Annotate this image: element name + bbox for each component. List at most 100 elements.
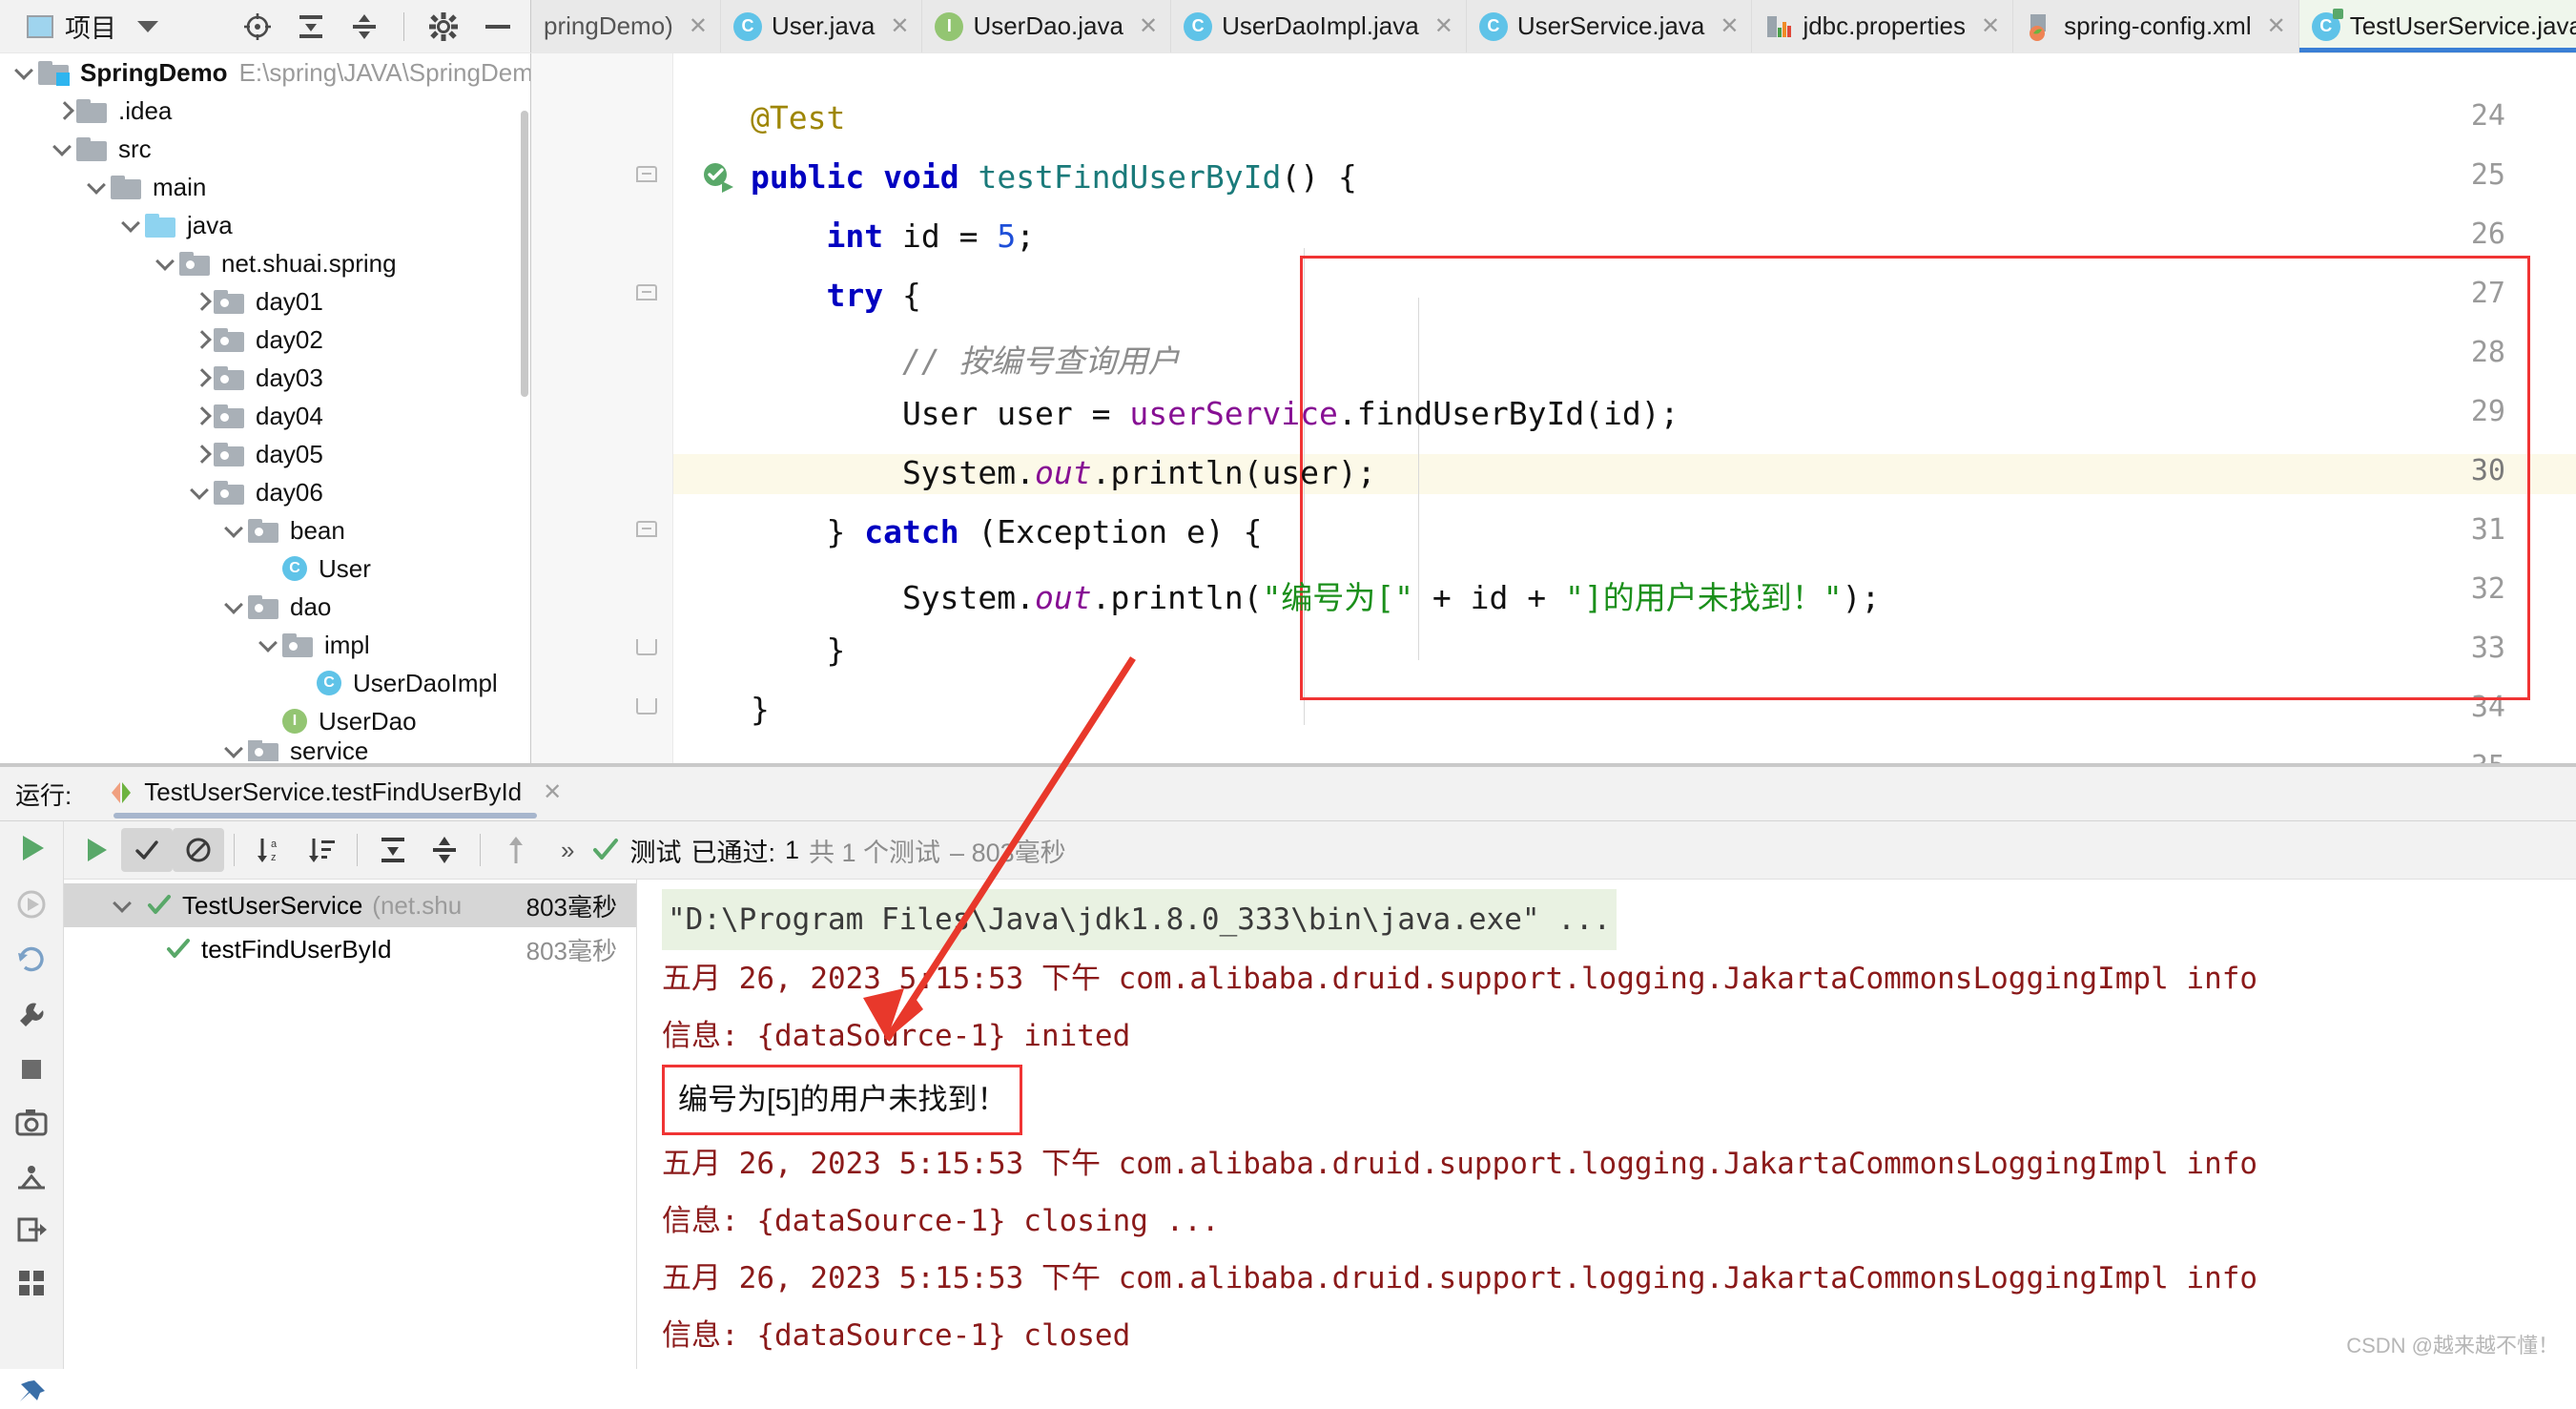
tab-label: TestUserService.java — [2349, 11, 2576, 40]
chevron-down-icon[interactable] — [52, 136, 76, 161]
fold-marker-end[interactable] — [636, 698, 659, 721]
show-passed-toggle[interactable] — [121, 828, 173, 872]
rerun-tests-button[interactable] — [70, 828, 121, 872]
tab-user-java[interactable]: C User.java ✕ — [721, 0, 923, 52]
tab-userdaoimpl-java[interactable]: C UserDaoImpl.java ✕ — [1171, 0, 1467, 52]
chevron-down-icon[interactable] — [137, 20, 158, 32]
chevron-down-icon[interactable] — [120, 213, 145, 238]
tree-node-user[interactable]: C User — [0, 549, 530, 588]
stop-refresh-icon[interactable] — [15, 943, 48, 976]
fold-marker-start[interactable] — [636, 284, 659, 307]
close-icon[interactable]: ✕ — [2267, 12, 2286, 40]
tree-scrollbar[interactable] — [521, 111, 528, 397]
test-history-icon[interactable] — [15, 1161, 48, 1191]
chevron-down-icon[interactable] — [223, 740, 248, 761]
layout-icon[interactable] — [16, 1268, 47, 1298]
tree-node-day03[interactable]: day03 — [0, 359, 530, 397]
tree-node-springdemo[interactable]: SpringDemo E:\spring\JAVA\SpringDem — [0, 53, 530, 92]
minimize-icon[interactable] — [483, 12, 513, 41]
chevron-down-icon[interactable] — [86, 175, 111, 199]
run-window-label: 运行: — [15, 780, 72, 810]
class-icon: C — [1478, 11, 1508, 41]
tree-node-userdao[interactable]: I UserDao — [0, 702, 530, 740]
chevron-down-icon[interactable] — [112, 893, 136, 918]
close-icon[interactable]: ✕ — [890, 12, 909, 40]
sort-alphabetically-icon[interactable]: az — [244, 828, 296, 872]
line-number: 25 — [2470, 158, 2505, 192]
tree-node-java[interactable]: java — [0, 206, 530, 244]
chevron-down-icon[interactable] — [155, 251, 179, 276]
settings-wrench-icon[interactable] — [15, 999, 48, 1031]
project-tree[interactable]: SpringDemo E:\spring\JAVA\SpringDem .ide… — [0, 53, 531, 763]
code-editor[interactable]: 24 25 26 27 28 29 30 31 32 33 34 35 @Tes… — [531, 53, 2576, 763]
tree-node-dao[interactable]: dao — [0, 588, 530, 626]
chevron-right-icon[interactable] — [189, 327, 214, 352]
close-icon[interactable]: ✕ — [1434, 12, 1453, 40]
close-icon[interactable]: ✕ — [1139, 12, 1158, 40]
collapse-all-icon[interactable] — [350, 12, 379, 41]
expand-all-icon[interactable] — [297, 12, 325, 41]
tab-spring-config-xml[interactable]: spring-config.xml ✕ — [2013, 0, 2299, 52]
more-actions-button[interactable]: » — [561, 836, 574, 865]
chevron-right-icon[interactable] — [189, 289, 214, 314]
close-icon[interactable]: ✕ — [543, 778, 562, 806]
tab-userdao-java[interactable]: I UserDao.java ✕ — [922, 0, 1172, 52]
tree-node-day06[interactable]: day06 — [0, 473, 530, 511]
tab-jdbc-properties[interactable]: jdbc.properties ✕ — [1752, 0, 2014, 52]
rerun-failed-icon[interactable] — [15, 888, 48, 921]
gear-icon[interactable] — [429, 11, 458, 41]
tab-testuserservice-java[interactable]: C TestUserService.java ✕ — [2298, 0, 2576, 52]
tree-node-userdaoimpl[interactable]: C UserDaoImpl — [0, 664, 530, 702]
chevron-right-icon[interactable] — [52, 98, 76, 123]
close-icon[interactable]: ✕ — [1720, 12, 1739, 40]
tree-node-src[interactable]: src — [0, 130, 530, 168]
hide-ignored-toggle[interactable] — [173, 828, 224, 872]
chevron-right-icon[interactable] — [189, 442, 214, 466]
tab-springdemo[interactable]: pringDemo) ✕ — [531, 0, 721, 52]
tree-node-service[interactable]: service — [0, 740, 530, 761]
chevron-down-icon[interactable] — [258, 632, 282, 657]
run-test-gutter-icon[interactable] — [701, 160, 733, 193]
fold-marker-start[interactable] — [636, 521, 659, 544]
console-output[interactable]: "D:\Program Files\Java\jdk1.8.0_333\bin\… — [637, 880, 2576, 1369]
tree-node-bean[interactable]: bean — [0, 511, 530, 549]
chevron-down-icon[interactable] — [13, 60, 38, 85]
tree-node-main[interactable]: main — [0, 168, 530, 206]
run-config-icon — [108, 779, 133, 804]
fold-marker-end[interactable] — [636, 639, 659, 662]
tree-node-day05[interactable]: day05 — [0, 435, 530, 473]
tree-node-day02[interactable]: day02 — [0, 321, 530, 359]
chevron-down-icon[interactable] — [223, 594, 248, 619]
tree-node-idea[interactable]: .idea — [0, 92, 530, 130]
chevron-down-icon[interactable] — [223, 518, 248, 543]
pin-icon[interactable] — [16, 1378, 47, 1409]
expand-all-icon[interactable] — [367, 828, 419, 872]
chevron-right-icon[interactable] — [189, 365, 214, 390]
tree-node-net-shuai-spring[interactable]: net.shuai.spring — [0, 244, 530, 282]
export-icon[interactable] — [15, 1214, 48, 1245]
chevron-down-icon[interactable] — [189, 480, 214, 505]
rerun-icon[interactable] — [14, 831, 49, 865]
previous-failure-icon[interactable] — [490, 828, 542, 872]
test-class-package: (net.shu — [372, 890, 463, 920]
code-number: 5 — [997, 218, 1017, 255]
locate-icon[interactable] — [243, 12, 272, 41]
collapse-all-icon[interactable] — [419, 828, 470, 872]
test-tree-row-class[interactable]: TestUserService (net.shu 803毫秒 — [64, 883, 636, 927]
test-tree-row-method[interactable]: testFindUserById 803毫秒 — [64, 927, 636, 971]
stop-icon[interactable] — [16, 1054, 47, 1085]
tab-userservice-java[interactable]: C UserService.java ✕ — [1467, 0, 1753, 52]
tree-node-impl[interactable]: impl — [0, 626, 530, 664]
close-icon[interactable]: ✕ — [1981, 12, 2000, 40]
tree-node-day04[interactable]: day04 — [0, 397, 530, 435]
toolbar-divider — [357, 834, 358, 866]
properties-icon — [1764, 12, 1793, 41]
chevron-right-icon[interactable] — [189, 404, 214, 428]
screenshot-camera-icon[interactable] — [15, 1108, 48, 1138]
sort-by-duration-icon[interactable] — [296, 828, 347, 872]
test-results-tree[interactable]: TestUserService (net.shu 803毫秒 testFindU… — [64, 880, 637, 1369]
tree-node-day01[interactable]: day01 — [0, 282, 530, 321]
close-icon[interactable]: ✕ — [689, 12, 708, 40]
run-configuration-tab[interactable]: TestUserService.testFindUserById ✕ — [108, 777, 562, 818]
fold-marker-start[interactable] — [636, 166, 659, 189]
